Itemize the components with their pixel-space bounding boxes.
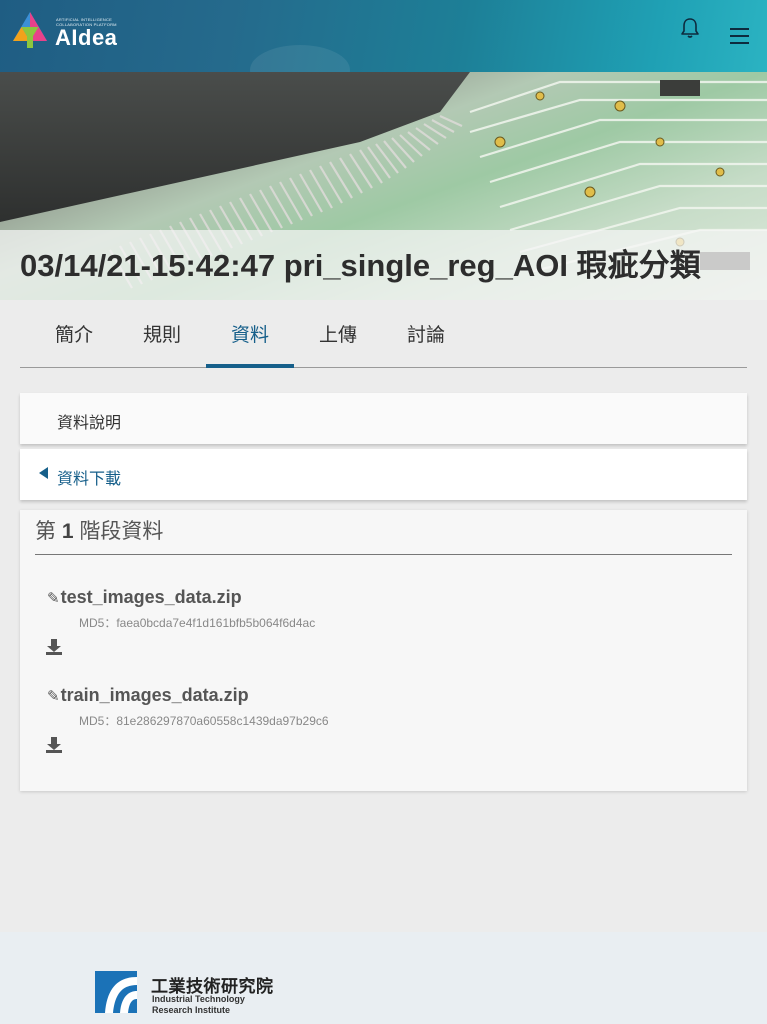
competition-tabs: 簡介 規則 資料 上傳 討論 — [20, 310, 747, 368]
page-title: 03/14/21-15:42:47 pri_single_reg_AOI 瑕疵分… — [20, 248, 701, 283]
data-download-panel[interactable]: 資料下載 — [20, 449, 747, 500]
tab-upload[interactable]: 上傳 — [294, 310, 382, 367]
tab-introduction[interactable]: 簡介 — [30, 310, 118, 367]
aidea-logo[interactable]: ARTIFICIAL INTELLIGENCE COLLABORATION PL… — [12, 11, 127, 51]
aidea-logo-mark-icon — [13, 12, 47, 48]
tab-discussion[interactable]: 討論 — [382, 310, 470, 367]
hamburger-menu-icon[interactable] — [730, 28, 750, 44]
file-item: ✎test_images_data.zip MD5：faea0bcda7e4f1… — [46, 586, 647, 655]
pencil-icon: ✎ — [47, 590, 60, 607]
competition-banner: 03/14/21-15:42:47 pri_single_reg_AOI 瑕疵分… — [0, 72, 767, 300]
file-md5: MD5：81e286297870a60558c1439da97b29c6 — [79, 714, 329, 728]
caret-left-icon — [39, 467, 48, 479]
tab-rules[interactable]: 規則 — [118, 310, 206, 367]
download-icon[interactable] — [45, 638, 63, 656]
file-md5: MD5：faea0bcda7e4f1d161bfb5b064f6d4ac — [79, 616, 316, 630]
data-description-label: 資料說明 — [57, 415, 122, 432]
data-description-panel[interactable]: 資料說明 — [20, 393, 747, 444]
notification-bell-icon[interactable] — [680, 17, 700, 39]
file-item: ✎train_images_data.zip MD5：81e286297870a… — [46, 684, 647, 753]
data-download-label: 資料下載 — [57, 471, 122, 488]
file-name-link[interactable]: ✎train_images_data.zip — [47, 684, 647, 708]
itri-logo-icon[interactable] — [95, 971, 137, 1013]
logo-wordmark: AIdea — [55, 25, 118, 50]
itri-name-en: Industrial Technology Research Institute — [152, 994, 245, 1015]
tab-data[interactable]: 資料 — [206, 310, 294, 368]
download-icon[interactable] — [45, 736, 63, 754]
file-name-link[interactable]: ✎test_images_data.zip — [47, 586, 647, 610]
stage-data-card: 第 1 階段資料 ✎test_images_data.zip MD5：faea0… — [20, 510, 747, 791]
top-navigation-bar: ARTIFICIAL INTELLIGENCE COLLABORATION PL… — [0, 0, 767, 72]
pencil-icon: ✎ — [47, 688, 60, 705]
stage-heading: 第 1 階段資料 — [35, 518, 732, 555]
site-footer: 工業技術研究院 Industrial Technology Research I… — [0, 932, 767, 1024]
